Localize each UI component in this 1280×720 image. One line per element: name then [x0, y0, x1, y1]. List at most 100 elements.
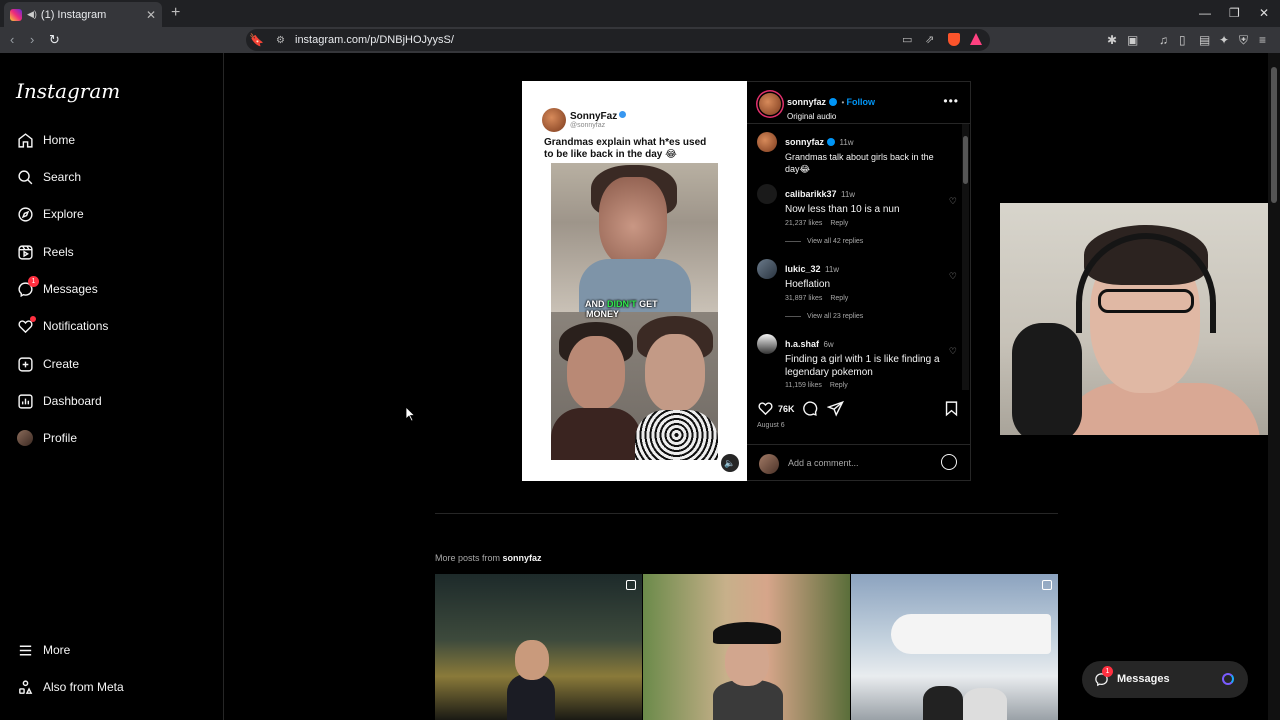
restore-icon[interactable]: ❐: [1229, 6, 1240, 20]
url-text[interactable]: instagram.com/p/DNBjHOJyysS/: [295, 34, 454, 46]
comment-likes[interactable]: 11,159 likes: [785, 382, 822, 389]
comment-avatar[interactable]: [757, 132, 777, 152]
menu-icon[interactable]: ≡: [1259, 33, 1266, 47]
sidebar-icon[interactable]: ▯: [1179, 33, 1186, 47]
comment-avatar[interactable]: [757, 184, 777, 204]
sidebar-item-home[interactable]: Home: [16, 128, 216, 152]
carousel-icon: [1042, 580, 1052, 590]
emoji-icon[interactable]: [941, 454, 957, 470]
verified-icon: [829, 98, 838, 106]
minimize-icon[interactable]: —: [1199, 6, 1211, 20]
comment-avatar[interactable]: [757, 334, 777, 354]
sidebar-item-reels[interactable]: Reels: [16, 240, 216, 264]
music-icon[interactable]: ♫: [1159, 33, 1168, 47]
media-header: SonnyFaz @sonnyfaz: [542, 108, 627, 132]
mute-icon[interactable]: 🔈: [721, 454, 739, 472]
sidebar-more[interactable]: More: [16, 638, 216, 662]
chart-icon: [16, 392, 34, 410]
sidebar-item-label: Also from Meta: [43, 680, 124, 694]
messages-pill-badge: 1: [1102, 666, 1113, 677]
sidebar-item-search[interactable]: Search: [16, 165, 216, 189]
instagram-logo[interactable]: Instagram: [16, 79, 120, 103]
messages-pill[interactable]: 1 Messages: [1082, 661, 1248, 698]
sidebar-also-from-meta[interactable]: Also from Meta: [16, 675, 216, 699]
share-icon[interactable]: [827, 400, 844, 417]
speaker-icon[interactable]: ◀): [27, 9, 37, 20]
more-post-thumbnail[interactable]: [851, 574, 1058, 720]
sidebar-item-messages[interactable]: 1 Messages: [16, 276, 216, 301]
new-tab-button[interactable]: +: [171, 4, 180, 22]
bookmark-icon[interactable]: 🔖: [249, 33, 264, 47]
view-replies-button[interactable]: View all 42 replies: [785, 238, 863, 245]
comment-username[interactable]: lukic_32: [785, 264, 821, 274]
reply-button[interactable]: Reply: [830, 382, 848, 389]
site-settings-icon[interactable]: ⚙: [276, 35, 285, 46]
follow-button[interactable]: Follow: [847, 97, 876, 107]
save-icon[interactable]: [943, 400, 960, 417]
extensions-icon[interactable]: ✱: [1107, 33, 1117, 47]
comment-time[interactable]: 11w: [839, 138, 853, 147]
reply-button[interactable]: Reply: [830, 220, 848, 227]
comment-icon[interactable]: [801, 400, 818, 417]
sidebar-item-explore[interactable]: Explore: [16, 202, 216, 226]
url-bar[interactable]: 🔖 ⚙ instagram.com/p/DNBjHOJyysS/: [246, 29, 990, 51]
leo-ai-icon[interactable]: ✦: [1219, 33, 1229, 47]
post-media[interactable]: SonnyFaz @sonnyfaz Grandmas explain what…: [522, 81, 747, 481]
brave-shields-icon[interactable]: [948, 33, 960, 46]
sidebar-item-notifications[interactable]: Notifications: [16, 314, 216, 338]
comment-likes[interactable]: 31,897 likes: [785, 295, 822, 302]
author-username[interactable]: sonnyfaz: [787, 97, 826, 107]
verified-icon: [619, 111, 627, 118]
comment-avatar[interactable]: [757, 259, 777, 279]
brave-rewards-icon[interactable]: [970, 33, 982, 45]
tab-search-icon[interactable]: ▣: [1127, 33, 1138, 47]
more-post-thumbnail[interactable]: [435, 574, 642, 720]
sidebar-item-create[interactable]: Create: [16, 352, 216, 376]
sidebar-item-label: Dashboard: [43, 394, 102, 408]
comments-scrollbar[interactable]: [962, 124, 969, 390]
sidebar-item-label: Reels: [43, 245, 74, 259]
page-scrollbar-thumb[interactable]: [1271, 67, 1277, 203]
more-options-icon[interactable]: •••: [943, 94, 959, 108]
comment-like-icon[interactable]: ♡: [949, 196, 957, 207]
comment-username[interactable]: sonnyfaz: [785, 137, 824, 147]
like-icon[interactable]: [757, 400, 774, 417]
comment-time[interactable]: 11w: [825, 265, 839, 274]
post-date[interactable]: August 6: [757, 422, 785, 429]
more-post-thumbnail[interactable]: [643, 574, 850, 720]
home-icon: [16, 131, 34, 149]
comment-time[interactable]: 6w: [823, 340, 833, 349]
close-tab-icon[interactable]: ✕: [146, 8, 156, 22]
cast-icon[interactable]: ▭: [902, 33, 912, 46]
comment-time[interactable]: 11w: [841, 190, 855, 199]
comment-like-icon[interactable]: ♡: [949, 346, 957, 357]
audio-label[interactable]: Original audio: [787, 112, 875, 121]
comment-text: Grandmas talk about girls back in the da…: [785, 152, 934, 174]
page-scrollbar[interactable]: [1268, 53, 1280, 720]
view-replies-button[interactable]: View all 23 replies: [785, 313, 863, 320]
reply-button[interactable]: Reply: [830, 295, 848, 302]
scrollbar-thumb[interactable]: [963, 136, 968, 184]
browser-tab-bar: ◀) (1) Instagram ✕ + — ❐ ✕: [0, 0, 1280, 27]
wallet-icon[interactable]: ▤: [1199, 33, 1210, 47]
more-posts-username[interactable]: sonnyfaz: [503, 553, 542, 563]
sidebar-item-dashboard[interactable]: Dashboard: [16, 389, 216, 413]
sidebar-item-profile[interactable]: Profile: [16, 426, 216, 450]
share-icon[interactable]: ⇗: [925, 33, 934, 46]
add-comment-input[interactable]: Add a comment...: [788, 458, 859, 468]
carousel-icon: [626, 580, 636, 590]
reload-icon[interactable]: ↻: [49, 32, 60, 48]
author-avatar[interactable]: [759, 93, 781, 115]
instagram-favicon-icon: [10, 8, 22, 21]
comment-username[interactable]: calibarikk37: [785, 189, 837, 199]
comment-username[interactable]: h.a.shaf: [785, 339, 819, 349]
like-count[interactable]: 76K: [778, 404, 795, 414]
comment-likes[interactable]: 21,237 likes: [785, 220, 822, 227]
back-icon[interactable]: ‹: [10, 32, 14, 47]
browser-tab[interactable]: ◀) (1) Instagram ✕: [4, 2, 162, 27]
comment-like-icon[interactable]: ♡: [949, 271, 957, 282]
vpn-icon[interactable]: ⛨: [1239, 33, 1248, 48]
comment-text: Finding a girl with 1 is like finding a …: [785, 354, 940, 378]
forward-icon[interactable]: ›: [30, 32, 34, 47]
close-window-icon[interactable]: ✕: [1259, 6, 1269, 20]
